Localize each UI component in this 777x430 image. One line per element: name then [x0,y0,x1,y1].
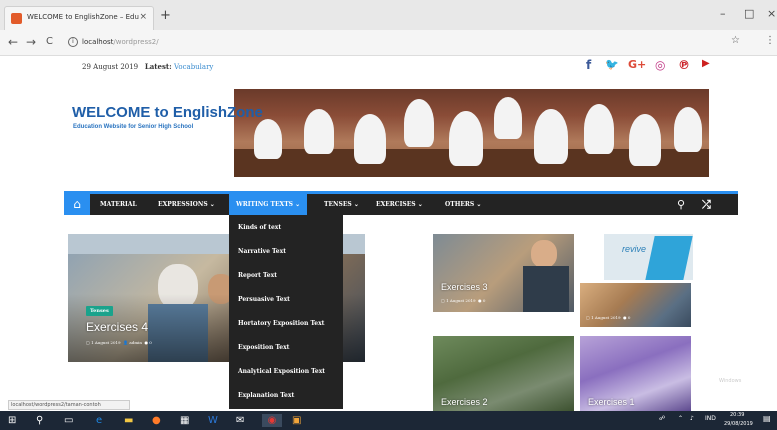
network-icon[interactable]: ☍ [659,415,665,422]
random-post-icon[interactable]: ⤮ [702,194,711,215]
dropdown-item-persuasive-text[interactable]: Persuasive Text [238,296,290,303]
dropdown-item-report-text[interactable]: Report Text [238,272,277,279]
favicon-icon [11,13,22,24]
reload-button[interactable]: C [46,36,53,47]
featured-post-exercises-2[interactable]: Exercises 2 [433,336,574,411]
search-taskbar-icon[interactable]: ⚲ [36,414,43,427]
nav-item-material[interactable]: MATERIAL [100,194,137,215]
task-view-icon[interactable]: ▭ [64,414,73,427]
post-meta: ▢ 1 August 2019 ● 0 [441,298,486,303]
latest-label: Latest: [144,62,172,71]
revive-ad-image[interactable]: revive [604,234,693,280]
bookmark-star-icon[interactable]: ☆ [731,35,740,46]
url-host: localhost [82,38,114,46]
nav-item-writing-texts[interactable]: WRITING TEXTS ⌄ [229,194,308,215]
url-input[interactable]: i localhost/wordpress2/ [66,34,646,52]
clock-date[interactable]: 29/08/2019 [724,421,753,427]
edge-icon[interactable]: e [96,414,102,427]
browser-menu-icon[interactable]: ⋮ [765,35,775,46]
post-meta: ▢ 1 August 2019 ● 0 [586,315,631,320]
activation-watermark: Windows [719,378,742,384]
revive-logo: revive [622,244,647,254]
featured-post-exercises-3[interactable]: Exercises 3 ▢ 1 August 2019 ● 0 [433,234,574,312]
address-bar-row: ← → C i localhost/wordpress2/ ☆ ⋮ [0,30,777,56]
windows-taskbar: ⊞ ⚲ ▭ e ▬ ● ▦ W ✉ ◉ ▣ ☍ ⌃ ♪ IND 20:39 29… [0,411,777,430]
nav-item-tenses[interactable]: TENSES ⌄ [324,194,359,215]
tray-expand-icon[interactable]: ⌃ [678,415,683,422]
post-title[interactable]: Exercises 4 [86,320,148,334]
post-meta: ▢ 1 August 2019 👤 admin ● 0 [86,340,152,345]
tab-close-icon[interactable]: × [139,12,147,22]
post-title[interactable]: Exercises 1 [588,397,635,407]
xampp-icon[interactable]: ▣ [292,414,301,427]
notifications-icon[interactable]: ▤ [763,414,771,423]
firefox-icon[interactable]: ● [152,414,161,427]
tab-title: WELCOME to EnglishZone – Edu [27,13,139,21]
file-explorer-icon[interactable]: ▬ [124,414,133,427]
site-title[interactable]: WELCOME to EnglishZone [72,104,263,121]
maximize-button[interactable]: □ [744,7,754,20]
latest-link[interactable]: Vocabulary [174,63,213,71]
main-navigation: ⌂ MATERIAL EXPRESSIONS ⌄ WRITING TEXTS ⌄… [64,191,738,215]
nav-item-exercises[interactable]: EXERCISES ⌄ [376,194,423,215]
post-title[interactable]: Exercises 3 [441,282,488,292]
top-bar-date: 29 August 2019 Latest: Vocabulary [82,62,213,71]
dropdown-item-exposition-text[interactable]: Exposition Text [238,344,289,351]
featured-post-exercises-1[interactable]: Exercises 1 [580,336,691,411]
nav-item-expressions[interactable]: EXPRESSIONS ⌄ [158,194,215,215]
volume-icon[interactable]: ♪ [690,415,694,422]
browser-tab[interactable]: WELCOME to EnglishZone – Edu × [4,6,154,30]
site-subtitle: Education Website for Senior High School [73,124,194,130]
back-button[interactable]: ← [8,35,18,49]
new-tab-button[interactable]: + [160,8,171,23]
clock-time[interactable]: 20:39 [730,412,744,418]
home-icon[interactable]: ⌂ [64,194,90,215]
site-header-banner: WELCOME to EnglishZone Education Website… [64,89,709,177]
pinterest-icon[interactable]: ℗ [678,58,690,72]
dropdown-item-narrative-text[interactable]: Narrative Text [238,248,286,255]
google-plus-icon[interactable]: G+ [628,58,646,71]
dropdown-item-analytical-exposition-text[interactable]: Analytical Exposition Text [238,368,325,375]
instagram-icon[interactable]: ◎ [655,58,665,72]
browser-tab-bar: WELCOME to EnglishZone – Edu × + – □ × [0,0,777,30]
twitter-icon[interactable]: 🐦 [605,58,619,71]
word-icon[interactable]: W [208,414,218,427]
language-indicator[interactable]: IND [705,415,716,422]
windows-start-icon[interactable]: ⊞ [8,414,16,427]
mail-icon[interactable]: ✉ [236,414,244,427]
close-window-button[interactable]: × [767,7,776,20]
facebook-icon[interactable]: f [586,58,591,72]
minimize-button[interactable]: – [720,7,726,20]
dropdown-item-hortatory-exposition-text[interactable]: Hortatory Exposition Text [238,320,324,327]
current-date: 29 August 2019 [82,63,139,71]
search-icon[interactable]: ⚲ [677,194,685,215]
post-title[interactable]: Exercises 2 [441,397,488,407]
store-icon[interactable]: ▦ [180,414,189,427]
site-info-icon[interactable]: i [68,37,78,47]
youtube-icon[interactable]: ▶ [702,58,710,69]
url-path: /wordpress2/ [113,38,159,46]
writing-texts-dropdown: Kinds of text Narrative Text Report Text… [229,215,343,409]
status-bar-url: localhost/wordpress2/taman-contoh [8,400,130,410]
dropdown-item-explanation-text[interactable]: Explanation Text [238,392,294,399]
dropdown-item-kinds-of-text[interactable]: Kinds of text [238,224,281,231]
header-classroom-photo [234,89,709,177]
chrome-icon[interactable]: ◉ [262,414,282,427]
category-badge[interactable]: Tenses [86,306,113,316]
featured-post-revive[interactable]: ▢ 1 August 2019 ● 0 [580,283,691,327]
nav-item-others[interactable]: OTHERS ⌄ [445,194,481,215]
forward-button[interactable]: → [26,35,36,49]
